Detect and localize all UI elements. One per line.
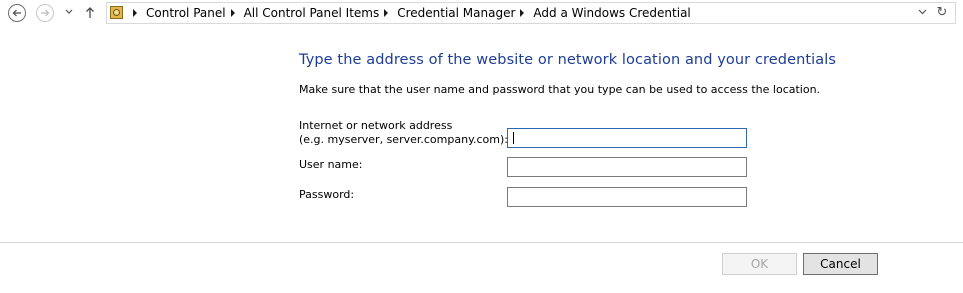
- breadcrumb-separator-icon[interactable]: [384, 9, 389, 17]
- breadcrumb-separator-icon[interactable]: [230, 9, 235, 17]
- breadcrumb: Control Panel All Control Panel Items Cr…: [129, 3, 691, 23]
- username-label: User name:: [299, 158, 363, 171]
- breadcrumb-item-control-panel[interactable]: Control Panel: [146, 6, 226, 20]
- instruction-text: Make sure that the user name and passwor…: [299, 83, 821, 96]
- recent-locations-chevron-down-icon[interactable]: [65, 9, 73, 15]
- refresh-icon[interactable]: ↻: [935, 6, 949, 20]
- control-panel-icon: [110, 6, 123, 19]
- password-label: Password:: [299, 188, 355, 201]
- back-arrow-icon: [12, 9, 21, 17]
- network-address-field[interactable]: [507, 128, 747, 148]
- address-bar[interactable]: Control Panel All Control Panel Items Cr…: [106, 2, 956, 24]
- footer-divider: [0, 242, 963, 243]
- forward-arrow-icon: [41, 9, 50, 17]
- username-field[interactable]: [507, 157, 747, 177]
- address-label-line2: (e.g. myserver, server.company.com):: [299, 133, 508, 146]
- breadcrumb-separator-icon[interactable]: [520, 9, 525, 17]
- text-caret: [513, 132, 514, 144]
- breadcrumb-item-credential-manager[interactable]: Credential Manager: [397, 6, 515, 20]
- address-label: Internet or network address (e.g. myserv…: [299, 119, 508, 147]
- forward-button[interactable]: [36, 4, 54, 22]
- password-field[interactable]: [507, 187, 747, 207]
- cancel-button[interactable]: Cancel: [803, 253, 878, 275]
- breadcrumb-item-all-control-panel-items[interactable]: All Control Panel Items: [244, 6, 380, 20]
- navigation-bar: Control Panel All Control Panel Items Cr…: [0, 0, 963, 27]
- page-title: Type the address of the website or netwo…: [299, 52, 837, 68]
- back-button[interactable]: [8, 4, 26, 22]
- address-dropdown-chevron-down-icon[interactable]: [918, 9, 927, 15]
- up-arrow-icon[interactable]: [85, 6, 95, 19]
- ok-button[interactable]: OK: [722, 253, 797, 275]
- address-label-line1: Internet or network address: [299, 119, 453, 132]
- breadcrumb-item-add-windows-credential[interactable]: Add a Windows Credential: [533, 6, 690, 20]
- breadcrumb-separator-icon[interactable]: [133, 9, 137, 17]
